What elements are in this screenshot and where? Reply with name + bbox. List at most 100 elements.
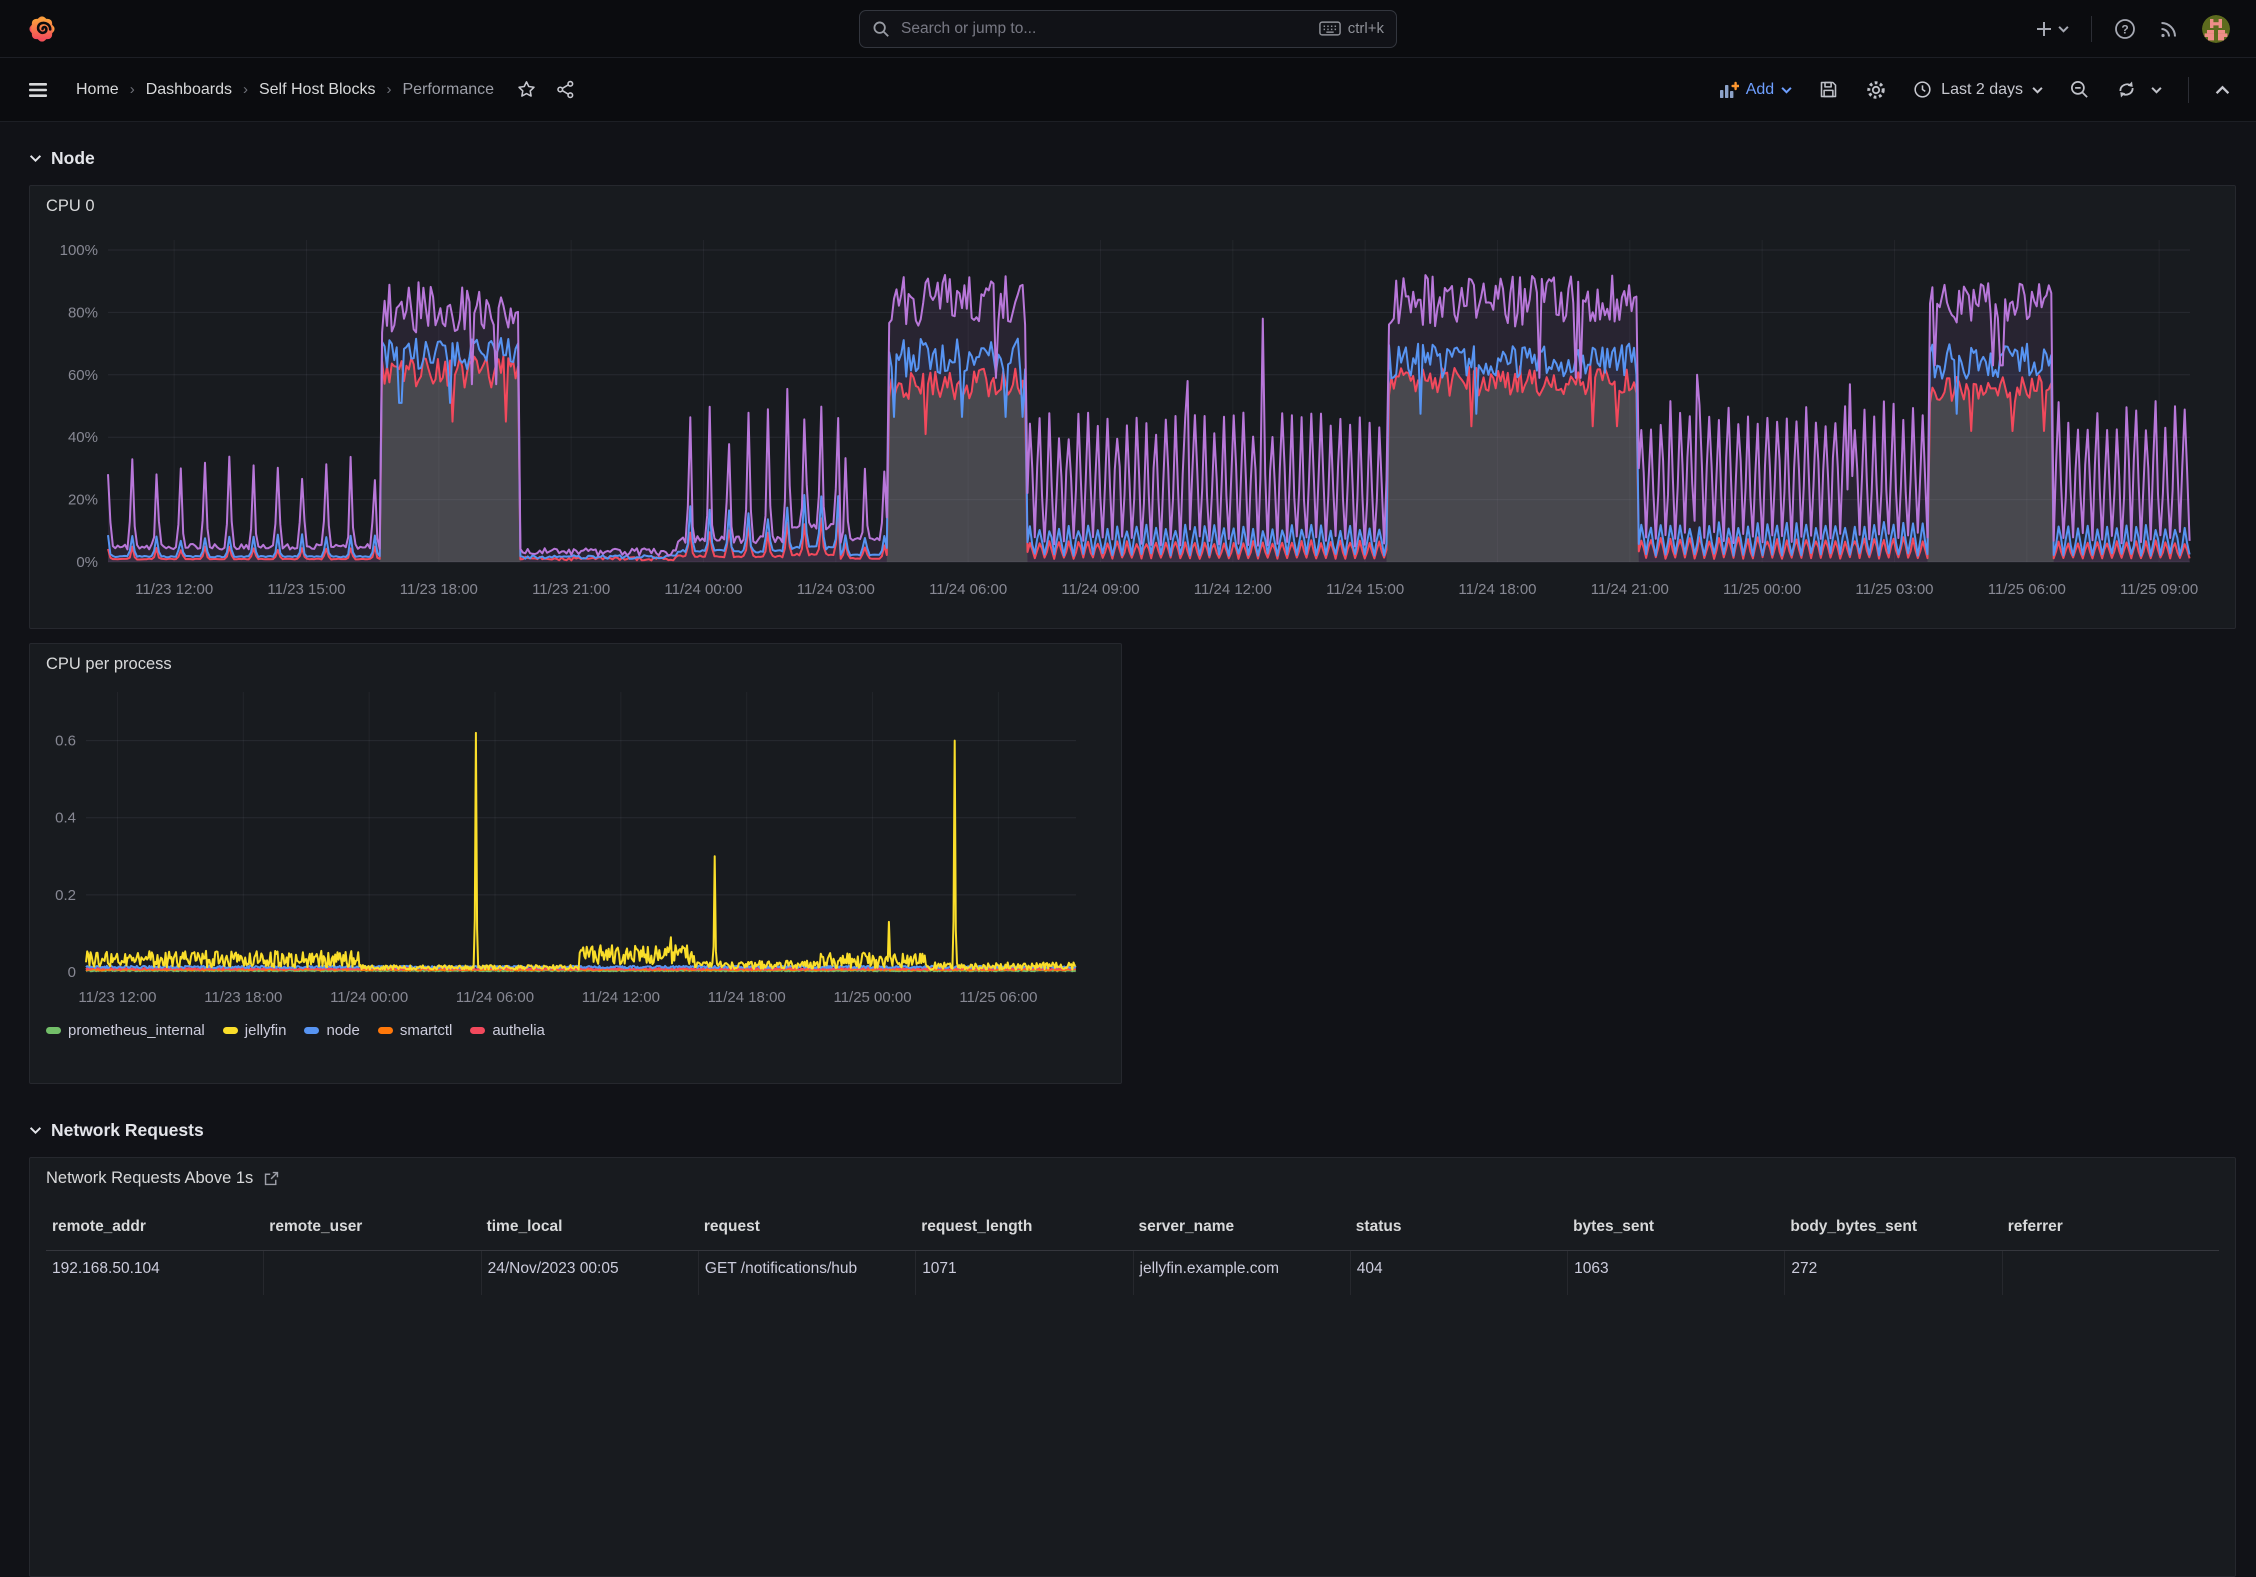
panel-title-cpu-per-process[interactable]: CPU per process	[30, 644, 1121, 678]
svg-text:11/23 18:00: 11/23 18:00	[204, 989, 282, 1006]
table-header-time_local[interactable]: time_local	[480, 1206, 698, 1251]
cpu0-chart[interactable]: 11/23 12:00 11/23 15:00 11/23 18:00 11/23 2…	[30, 220, 2235, 612]
grafana-dashboard: { "topbar": { "search_placeholder": "Sea…	[0, 0, 2256, 1577]
table-cell-remote_user	[263, 1251, 480, 1295]
svg-text:11/25 06:00: 11/25 06:00	[1988, 581, 2066, 598]
row-header-node[interactable]: Node	[29, 148, 2236, 169]
share-button[interactable]	[555, 79, 576, 100]
time-range-label: Last 2 days	[1941, 80, 2023, 98]
legend-item-jellyfin[interactable]: jellyfin	[222, 1022, 286, 1039]
cpu-per-process-chart[interactable]: 11/23 12:00 11/23 18:00 11/24 00:00 11/24 0…	[30, 678, 1121, 1022]
panel-title-text: CPU per process	[46, 655, 172, 673]
mega-menu-toggle[interactable]	[26, 78, 50, 102]
panel-cpu0: CPU 0 11/23 12:00 11/23 15:00 11/23 18:00 1…	[29, 185, 2236, 629]
news-rss-button[interactable]	[2158, 18, 2180, 40]
table-cell-request_length: 1071	[915, 1251, 1132, 1295]
add-panel-icon	[1719, 81, 1739, 98]
svg-text:11/23 12:00: 11/23 12:00	[78, 989, 156, 1006]
panel-cpu-per-process: CPU per process 11/23 12:00 11/23 18:00 11…	[29, 643, 1122, 1084]
cpu-per-process-legend: prometheus_internal jellyfin node smartctl a…	[30, 1022, 1121, 1051]
legend-swatch	[470, 1027, 486, 1034]
row-header-network-requests[interactable]: Network Requests	[29, 1120, 2236, 1141]
search-icon	[872, 20, 890, 38]
panel-network-requests: Network Requests Above 1s remote_addr rem…	[29, 1157, 2236, 1577]
search-bar[interactable]: ctrl+k	[859, 9, 1397, 48]
table-cell-referrer	[2001, 1251, 2219, 1295]
legend-item-smartctl[interactable]: smartctl	[377, 1022, 453, 1039]
svg-text:11/24 12:00: 11/24 12:00	[582, 989, 660, 1006]
svg-text:11/23 18:00: 11/23 18:00	[400, 581, 478, 598]
chevron-down-icon	[2032, 86, 2043, 94]
cpu_per_process-plot[interactable]: 11/23 12:00 11/23 18:00 11/24 00:00 11/24 0…	[30, 678, 1121, 1022]
collapse-controls-button[interactable]	[2215, 85, 2230, 95]
table-header-body_bytes_sent[interactable]: body_bytes_sent	[1784, 1206, 2002, 1251]
svg-text:11/24 03:00: 11/24 03:00	[797, 581, 875, 598]
user-avatar[interactable]	[2202, 14, 2230, 43]
topbar-divider	[2091, 15, 2092, 42]
svg-text:11/23 21:00: 11/23 21:00	[532, 581, 610, 598]
legend-item-authelia[interactable]: authelia	[470, 1022, 545, 1039]
search-input[interactable]	[899, 18, 1310, 39]
table-cell-status: 404	[1349, 1251, 1567, 1295]
table-header-request_length[interactable]: request_length	[915, 1206, 1133, 1251]
time-range-picker[interactable]: Last 2 days	[1913, 80, 2043, 99]
legend-label: node	[326, 1022, 360, 1039]
add-label: Add	[1745, 80, 1775, 98]
table-cell-server_name: jellyfin.example.com	[1132, 1251, 1350, 1295]
table-cell-remote_addr: 192.168.50.104	[52, 1260, 160, 1277]
table-header-server_name[interactable]: server_name	[1132, 1206, 1350, 1251]
legend-swatch	[222, 1027, 238, 1034]
table-header-request[interactable]: request	[697, 1206, 916, 1251]
svg-text:11/25 09:00: 11/25 09:00	[2120, 581, 2198, 598]
chevron-down-icon	[2151, 86, 2162, 94]
table-header-referrer[interactable]: referrer	[2001, 1206, 2219, 1251]
legend-swatch	[304, 1027, 320, 1034]
toolbar-divider	[2188, 76, 2189, 103]
breadcrumb-folder[interactable]: Self Host Blocks	[259, 81, 375, 99]
keyboard-icon	[1318, 21, 1341, 36]
panel-title-network-requests[interactable]: Network Requests Above 1s	[30, 1158, 2235, 1192]
table-header-bytes_sent[interactable]: bytes_sent	[1567, 1206, 1785, 1251]
table-header-remote_user[interactable]: remote_user	[263, 1206, 481, 1251]
svg-text:11/24 18:00: 11/24 18:00	[708, 989, 786, 1006]
svg-text:100%: 100%	[60, 242, 98, 259]
zoom-out-button[interactable]	[2069, 79, 2090, 100]
panel-title-cpu0[interactable]: CPU 0	[30, 186, 2235, 220]
table-cell-bytes_sent: 1063	[1567, 1251, 1784, 1295]
breadcrumb-dashboards[interactable]: Dashboards	[146, 81, 232, 99]
breadcrumb-home[interactable]: Home	[76, 81, 119, 99]
top-nav-bar: ctrl+k ?	[0, 0, 2256, 58]
svg-text:11/24 12:00: 11/24 12:00	[1194, 581, 1272, 598]
refresh-button[interactable]	[2116, 79, 2137, 100]
legend-label: authelia	[492, 1022, 545, 1039]
refresh-interval-dropdown[interactable]	[2151, 86, 2162, 94]
new-button[interactable]	[2034, 19, 2069, 39]
breadcrumb-separator: ›	[129, 81, 135, 98]
add-button[interactable]: Add	[1719, 81, 1792, 99]
help-button[interactable]: ?	[2114, 18, 2136, 40]
dashboard-toolbar: Home › Dashboards › Self Host Blocks › P…	[0, 58, 2256, 122]
clock-icon	[1914, 81, 1931, 98]
legend-label: prometheus_internal	[68, 1022, 205, 1039]
legend-item-prometheus_internal[interactable]: prometheus_internal	[46, 1022, 205, 1039]
svg-text:11/24 00:00: 11/24 00:00	[664, 581, 742, 598]
legend-label: smartctl	[399, 1022, 453, 1039]
chevron-down-icon	[29, 1127, 42, 1135]
grafana-logo[interactable]	[26, 13, 58, 45]
save-dashboard-button[interactable]	[1818, 79, 1839, 100]
table-header-status[interactable]: status	[1349, 1206, 1568, 1251]
svg-text:11/24 00:00: 11/24 00:00	[330, 989, 408, 1006]
favorite-star-button[interactable]	[516, 79, 537, 100]
dashboard-settings-button[interactable]	[1865, 79, 1887, 101]
table-cell-request: GET /notifications/hub	[697, 1251, 915, 1295]
svg-text:11/24 15:00: 11/24 15:00	[1326, 581, 1404, 598]
external-link-icon[interactable]	[263, 1170, 280, 1187]
cpu0-plot[interactable]: 11/23 12:00 11/23 15:00 11/23 18:00 11/23 2…	[30, 220, 2235, 612]
table-header-remote_addr[interactable]: remote_addr	[46, 1206, 264, 1251]
chevron-down-icon	[1781, 86, 1792, 94]
svg-text:11/25 00:00: 11/25 00:00	[833, 989, 911, 1006]
table-cell-body_bytes_sent: 272	[1784, 1251, 2001, 1295]
svg-text:11/25 00:00: 11/25 00:00	[1723, 581, 1801, 598]
svg-text:11/24 09:00: 11/24 09:00	[1061, 581, 1139, 598]
legend-item-node[interactable]: node	[304, 1022, 360, 1039]
